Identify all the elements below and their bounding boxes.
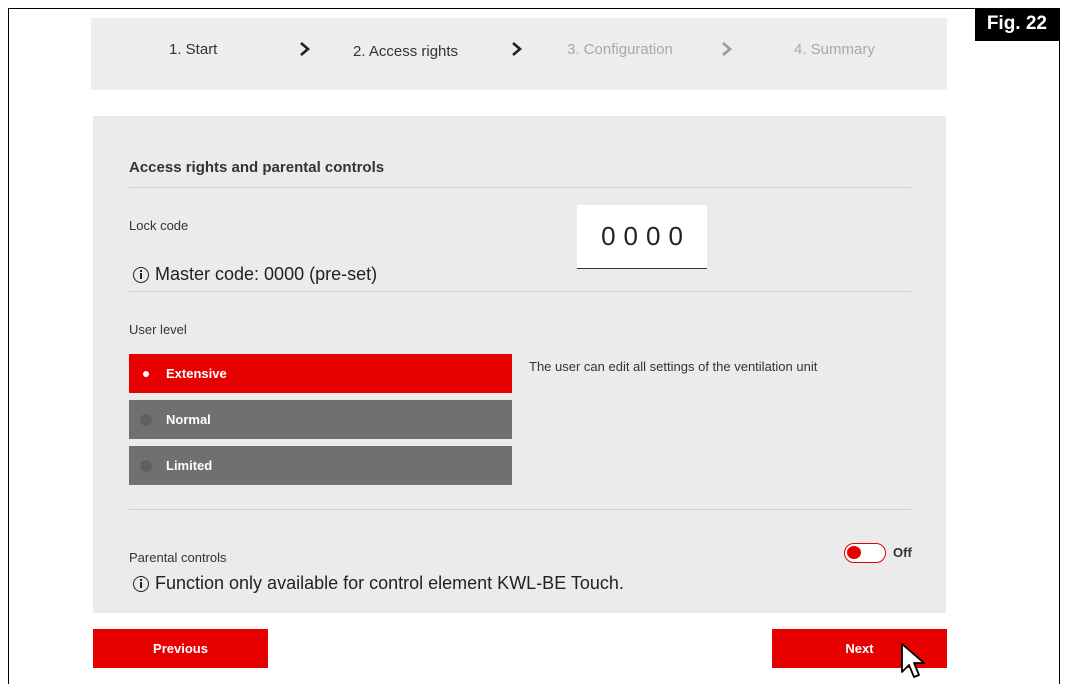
info-icon [133, 266, 149, 283]
radio-selected-icon [143, 370, 149, 377]
chevron-right-icon [300, 42, 310, 56]
user-level-description: The user can edit all settings of the ve… [529, 359, 818, 374]
user-level-extensive[interactable]: Extensive [129, 354, 512, 393]
parental-controls-info: Function only available for control elem… [133, 573, 624, 594]
step-summary[interactable]: 4. Summary [794, 41, 875, 58]
next-button-label: Next [845, 641, 874, 656]
user-level-option-label: Normal [166, 412, 211, 427]
parental-controls-info-text: Function only available for control elem… [155, 573, 624, 593]
code-digit[interactable]: 0 [668, 221, 682, 252]
parental-controls-toggle[interactable] [844, 543, 886, 563]
master-code-info: Master code: 0000 (pre-set) [133, 264, 377, 285]
chevron-right-icon [722, 42, 732, 56]
lock-code-input[interactable]: 0 0 0 0 [577, 205, 707, 269]
radio-unselected-icon [140, 413, 152, 426]
previous-button[interactable]: Previous [93, 629, 268, 668]
access-rights-panel: Access rights and parental controls Lock… [93, 116, 946, 613]
user-level-limited[interactable]: Limited [129, 446, 512, 485]
divider [129, 187, 911, 188]
lock-code-label: Lock code [129, 218, 189, 233]
wizard-stepper: 1. Start 2. Access rights 3. Configurati… [91, 18, 947, 90]
divider [129, 291, 911, 292]
toggle-state-text: Off [893, 545, 912, 560]
user-level-normal[interactable]: Normal [129, 400, 512, 439]
code-digit[interactable]: 0 [624, 221, 638, 252]
radio-unselected-icon [140, 459, 152, 472]
code-digit[interactable]: 0 [601, 221, 615, 252]
mouse-cursor-icon [901, 643, 925, 678]
figure-label: Fig. 22 [974, 9, 1059, 41]
panel-title: Access rights and parental controls [129, 159, 385, 176]
user-level-label: User level [129, 322, 187, 337]
step-start[interactable]: 1. Start [169, 41, 217, 58]
parental-controls-label: Parental controls [129, 550, 227, 565]
master-code-text: Master code: 0000 (pre-set) [155, 264, 378, 284]
code-digit[interactable]: 0 [646, 221, 660, 252]
info-icon [133, 575, 149, 592]
step-configuration[interactable]: 3. Configuration [567, 41, 673, 58]
user-level-option-label: Extensive [166, 366, 227, 381]
toggle-knob [847, 546, 861, 559]
divider [129, 509, 911, 510]
user-level-option-label: Limited [166, 458, 213, 473]
figure-frame: Fig. 22 1. Start 2. Access rights 3. Con… [8, 8, 1060, 684]
step-access-rights[interactable]: 2. Access rights [353, 43, 458, 60]
chevron-right-icon [512, 42, 522, 56]
